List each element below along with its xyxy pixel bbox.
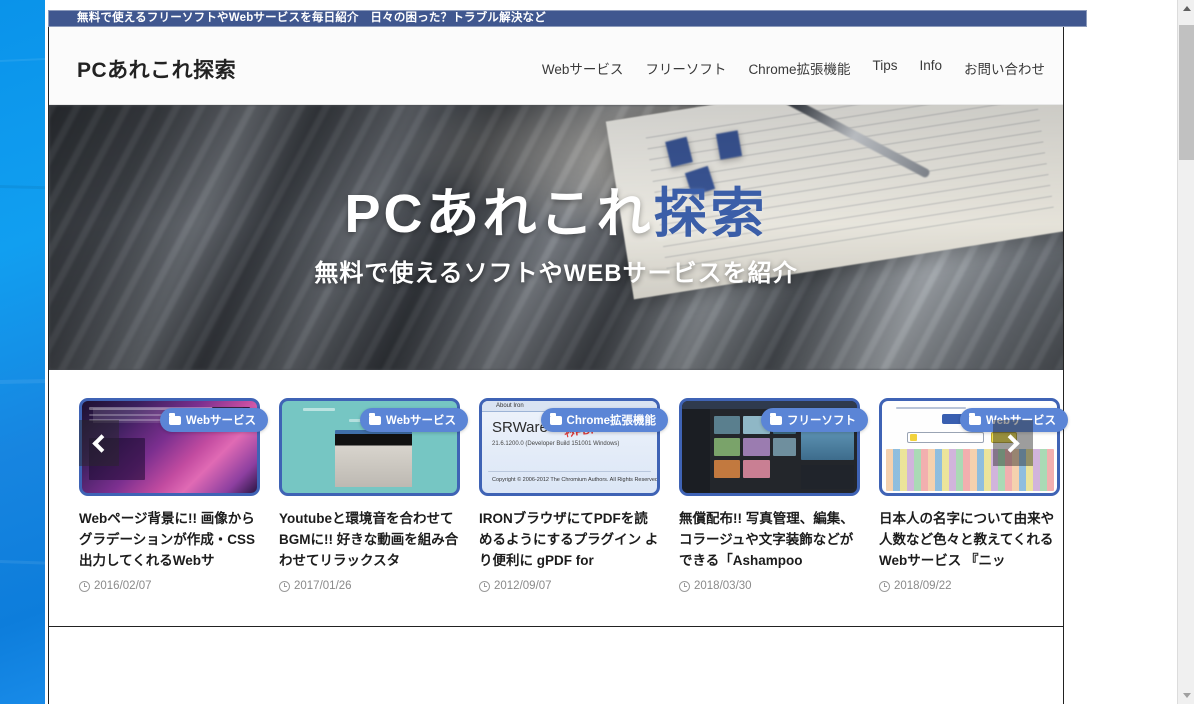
scrollbar-thumb[interactable] — [1179, 25, 1194, 160]
scroll-down-button[interactable] — [1178, 687, 1194, 704]
nav-item-contact[interactable]: お問い合わせ — [964, 58, 1045, 78]
thumb-search-field — [906, 432, 984, 444]
card-category-badge[interactable]: フリーソフト — [761, 408, 868, 432]
chevron-right-icon — [1001, 433, 1020, 453]
featured-carousel: Webサービス Webページ背景に!! 画像からグラデーションが作成・CSS出力… — [49, 370, 1068, 627]
thumb-app-version: 21.6.1200.0 (Developer Build 151001 Wind… — [492, 441, 620, 447]
thumb-detail — [773, 437, 796, 457]
card-date: 2018/03/30 — [679, 580, 860, 592]
clock-icon — [879, 580, 890, 592]
card-date-text: 2018/03/30 — [694, 580, 752, 592]
clock-icon — [479, 580, 490, 592]
thumb-detail — [713, 415, 740, 435]
hero-logo-main-text: PCあれこれ — [344, 184, 654, 244]
scroll-up-button[interactable] — [1178, 0, 1194, 17]
card-title[interactable]: 日本人の名字について由来や人数など色々と教えてくれるWebサービス 『ニッ — [879, 509, 1060, 573]
card-date: 2017/01/26 — [279, 580, 460, 592]
thumb-detail — [743, 437, 770, 457]
card-category-badge[interactable]: Chrome拡張機能 — [540, 408, 668, 432]
announcement-bar: 無料で使えるフリーソフトやWebサービスを毎日紹介 日々の困った？トラブル解決な… — [48, 10, 1087, 27]
nav-item-tips[interactable]: Tips — [872, 58, 897, 78]
card-title[interactable]: Youtubeと環境音を合わせてBGMに!! 好きな動画を組み合わせてリラックス… — [279, 509, 460, 573]
folder-icon — [368, 412, 381, 425]
scroll-up-arrow-icon — [1182, 6, 1191, 11]
hero-logo-accent-text: 探索 — [653, 184, 768, 244]
scroll-down-arrow-icon — [1182, 693, 1191, 698]
thumb-detail — [713, 459, 740, 479]
hero-logo: PCあれこれ探索 無料で使えるソフトやWEBサービスを紹介 — [49, 187, 1063, 288]
card-category-badge[interactable]: Webサービス — [359, 408, 468, 432]
card-title[interactable]: 無償配布!! 写真管理、編集、コラージュや文字装飾などができる「Ashampoo — [679, 509, 860, 573]
site-header: PCあれこれ探索 Webサービス フリーソフト Chrome拡張機能 Tips … — [49, 27, 1063, 105]
carousel-track: Webサービス Webページ背景に!! 画像からグラデーションが作成・CSS出力… — [49, 398, 1068, 592]
site-title[interactable]: PCあれこれ探索 — [77, 54, 236, 84]
thumb-detail — [682, 409, 710, 493]
article-list-strip — [49, 685, 1063, 704]
browser-viewport: 無料で使えるフリーソフトやWebサービスを毎日紹介 日々の困った？トラブル解決な… — [45, 0, 1194, 704]
carousel-card[interactable]: About Iron SRWare Iron 21.6.1200.0 (Deve… — [479, 398, 668, 592]
page-right-margin — [1149, 0, 1177, 704]
carousel-next-button[interactable] — [993, 420, 1033, 466]
announcement-text: 無料で使えるフリーソフトやWebサービスを毎日紹介 日々の困った？トラブル解決な… — [77, 12, 546, 24]
hero-logo-main: PCあれこれ探索 — [49, 187, 1063, 241]
thumb-detail — [801, 465, 854, 490]
thumb-window-title: About Iron — [496, 403, 524, 409]
card-date: 2012/09/07 — [479, 580, 660, 592]
nav-item-free-software[interactable]: フリーソフト — [645, 58, 726, 78]
card-date-text: 2016/02/07 — [94, 580, 152, 592]
carousel-prev-button[interactable] — [79, 420, 119, 466]
card-category-badge[interactable]: Webサービス — [159, 408, 268, 432]
folder-icon — [770, 412, 782, 425]
clock-icon — [279, 580, 290, 592]
card-date-text: 2017/01/26 — [294, 580, 352, 592]
carousel-card[interactable]: フリーソフト 無償配布!! 写真管理、編集、コラージュや文字装飾などができる「A… — [679, 398, 868, 592]
card-date-text: 2012/09/07 — [494, 580, 552, 592]
web-page: 無料で使えるフリーソフトやWebサービスを毎日紹介 日々の困った？トラブル解決な… — [45, 0, 1149, 704]
hero-banner: PCあれこれ探索 無料で使えるソフトやWEBサービスを紹介 — [49, 105, 1063, 370]
thumb-detail — [743, 459, 770, 479]
thumb-detail — [303, 408, 335, 412]
nav-item-web-services[interactable]: Webサービス — [542, 58, 624, 78]
hero-logo-subtitle: 無料で使えるソフトやWEBサービスを紹介 — [314, 260, 798, 287]
card-category-label: Webサービス — [185, 415, 256, 427]
card-date-text: 2018/09/22 — [894, 580, 952, 592]
card-title[interactable]: Webページ背景に!! 画像からグラデーションが作成・CSS出力してくれるWeb… — [79, 509, 260, 573]
card-category-label: Chrome拡張機能 — [566, 415, 656, 427]
folder-icon — [549, 412, 562, 425]
article-row — [49, 685, 1063, 704]
carousel-card[interactable]: Webサービス Youtubeと環境音を合わせてBGMに!! 好きな動画を組み合… — [279, 398, 468, 592]
main-navigation: Webサービス フリーソフト Chrome拡張機能 Tips Info お問い合… — [542, 58, 1045, 78]
thumb-divider — [488, 471, 651, 472]
card-category-label: フリーソフト — [787, 415, 856, 427]
card-date: 2018/09/22 — [879, 580, 1060, 592]
thumb-detail — [896, 406, 966, 409]
thumb-copyright: Copyright © 2006-2012 The Chromium Autho… — [492, 477, 660, 483]
card-category-label: Webサービス — [385, 415, 456, 427]
card-title[interactable]: IRONブラウザにてPDFを読めるようにするプラグイン より便利に gPDF f… — [479, 509, 660, 573]
vertical-scrollbar[interactable] — [1177, 0, 1194, 704]
site-container: PCあれこれ探索 Webサービス フリーソフト Chrome拡張機能 Tips … — [48, 27, 1068, 704]
clock-icon — [679, 580, 690, 592]
folder-icon — [168, 412, 181, 425]
card-date: 2016/02/07 — [79, 580, 260, 592]
clock-icon — [79, 580, 90, 592]
nav-item-info[interactable]: Info — [919, 58, 942, 78]
nav-item-chrome-ext[interactable]: Chrome拡張機能 — [748, 58, 850, 78]
search-icon — [910, 434, 917, 442]
folder-icon — [968, 412, 981, 425]
chevron-left-icon — [92, 433, 111, 453]
thumb-detail — [713, 437, 740, 457]
